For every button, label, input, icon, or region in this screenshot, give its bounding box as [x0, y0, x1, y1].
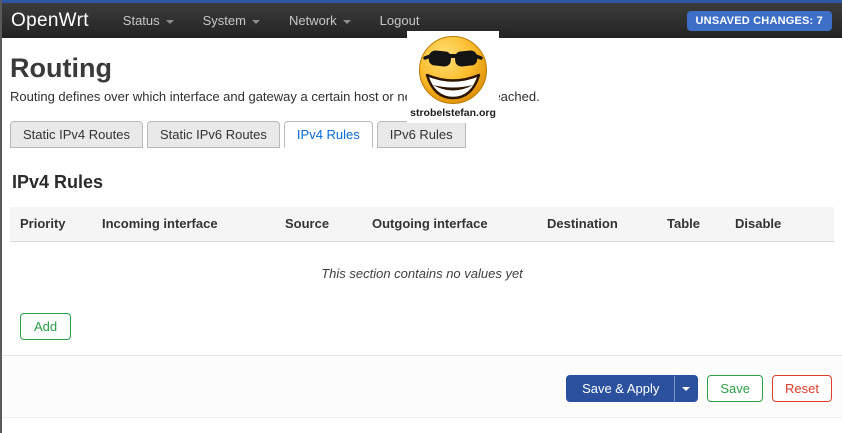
empty-state-message: This section contains no values yet: [10, 242, 834, 313]
column-destination: Destination: [537, 207, 657, 241]
column-incoming-interface: Incoming interface: [92, 207, 275, 241]
tab-static-ipv6-routes[interactable]: Static IPv6 Routes: [147, 121, 280, 148]
save-apply-button[interactable]: Save & Apply: [566, 375, 675, 402]
chevron-down-icon: [343, 20, 351, 24]
save-apply-dropdown-toggle[interactable]: [675, 375, 698, 402]
chevron-down-icon: [252, 20, 260, 24]
nav-network[interactable]: Network: [289, 13, 351, 28]
chevron-down-icon: [166, 20, 174, 24]
rules-table-header: Priority Incoming interface Source Outgo…: [10, 207, 834, 242]
nav-network-label: Network: [289, 13, 337, 28]
column-disable: Disable: [725, 207, 834, 241]
chevron-down-icon: [682, 387, 690, 391]
footer-actions: Save & Apply Save Reset: [2, 355, 842, 418]
openwrt-brand[interactable]: OpenWrt: [11, 10, 89, 32]
tab-ipv4-rules[interactable]: IPv4 Rules: [284, 121, 373, 148]
cool-smiley-icon: [417, 34, 489, 106]
column-outgoing-interface: Outgoing interface: [362, 207, 537, 241]
tab-ipv6-rules[interactable]: IPv6 Rules: [377, 121, 466, 148]
nav-status-label: Status: [123, 13, 160, 28]
nav-system[interactable]: System: [203, 13, 260, 28]
watermark-caption: strobelstefan.org: [410, 107, 496, 119]
column-priority: Priority: [10, 207, 92, 241]
nav-logout-label: Logout: [380, 13, 420, 28]
routing-tabs: Static IPv4 Routes Static IPv6 Routes IP…: [10, 121, 834, 148]
reset-button[interactable]: Reset: [772, 375, 832, 402]
nav-system-label: System: [203, 13, 246, 28]
nav-logout[interactable]: Logout: [380, 13, 420, 28]
column-table: Table: [657, 207, 725, 241]
watermark-logo: strobelstefan.org: [407, 31, 499, 123]
add-button[interactable]: Add: [20, 313, 71, 340]
save-button[interactable]: Save: [707, 375, 763, 402]
unsaved-changes-badge[interactable]: UNSAVED CHANGES: 7: [687, 11, 832, 31]
nav-status[interactable]: Status: [123, 13, 174, 28]
column-source: Source: [275, 207, 362, 241]
save-apply-split-button: Save & Apply: [566, 375, 698, 402]
section-heading: IPv4 Rules: [12, 172, 834, 193]
tab-static-ipv4-routes[interactable]: Static IPv4 Routes: [10, 121, 143, 148]
